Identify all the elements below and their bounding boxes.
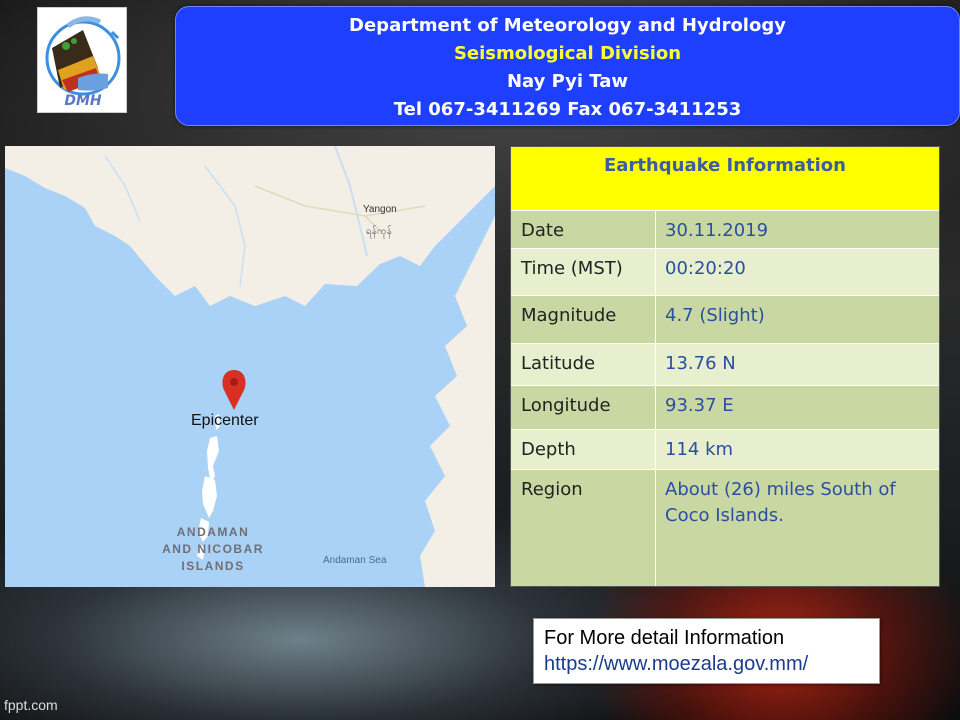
map-pin-icon — [222, 370, 246, 410]
map-label-epicenter: Epicenter — [191, 412, 259, 429]
footer-credit: fppt.com — [4, 697, 58, 713]
column-divider — [655, 249, 656, 295]
row-value-date: 30.11.2019 — [665, 220, 769, 241]
map-land-shapes — [5, 146, 495, 587]
more-info-label: For More detail Information — [544, 627, 785, 649]
map-label-andaman: ANDAMAN AND NICOBAR ISLANDS — [153, 524, 273, 575]
location-text: Nay Pyi Taw — [506, 71, 629, 92]
earthquake-info-table: Earthquake Information Date 30.11.2019 T… — [510, 146, 940, 587]
row-value-depth: 114 km — [665, 439, 734, 460]
map-label-andaman-line2: AND NICOBAR — [162, 542, 264, 556]
row-key-date: Date — [521, 220, 565, 241]
map-label-andaman-sea: Andaman Sea — [323, 555, 387, 566]
logo-text: DMH — [64, 93, 102, 109]
row-value-longitude: 93.37 E — [665, 395, 734, 416]
column-divider — [655, 430, 656, 469]
more-info-link[interactable]: https://www.moezala.gov.mm/ — [544, 651, 879, 677]
table-row: Latitude 13.76 N — [511, 343, 939, 385]
table-row: Region About (26) miles South of Coco Is… — [511, 469, 939, 586]
header-banner: Department of Meteorology and Hydrology … — [175, 6, 960, 126]
column-divider — [655, 386, 656, 429]
map-label-andaman-line3: ISLANDS — [181, 559, 245, 573]
table-row: Depth 114 km — [511, 429, 939, 469]
epicenter-map: Yangon ရန်ကုန် Epicenter ANDAMAN AND NIC… — [5, 146, 495, 587]
dmh-logo: DMH — [37, 7, 127, 113]
department-title: Department of Meteorology and Hydrology — [349, 15, 786, 36]
map-label-andaman-line1: ANDAMAN — [176, 525, 250, 539]
map-label-yangon-local: ရန်ကုန် — [366, 226, 392, 237]
row-value-latitude: 13.76 N — [665, 353, 736, 374]
column-divider — [655, 344, 656, 385]
row-key-magnitude: Magnitude — [521, 305, 617, 326]
row-key-time: Time (MST) — [521, 258, 623, 279]
table-row: Magnitude 4.7 (Slight) — [511, 295, 939, 343]
map-label-yangon: Yangon — [363, 204, 397, 215]
column-divider — [655, 296, 656, 343]
row-value-time: 00:20:20 — [665, 258, 746, 279]
row-key-depth: Depth — [521, 439, 576, 460]
row-key-longitude: Longitude — [521, 395, 611, 416]
table-header: Earthquake Information — [511, 147, 939, 210]
row-value-magnitude: 4.7 (Slight) — [665, 305, 765, 326]
column-divider — [655, 211, 656, 248]
column-divider — [655, 470, 656, 586]
row-key-region: Region — [521, 479, 583, 500]
division-title: Seismological Division — [453, 43, 682, 64]
table-row: Time (MST) 00:20:20 — [511, 248, 939, 295]
contact-text: Tel 067-3411269 Fax 067-3411253 — [393, 99, 742, 120]
row-key-latitude: Latitude — [521, 353, 596, 374]
row-value-region: About (26) miles South of Coco Islands. — [665, 479, 896, 526]
table-row: Date 30.11.2019 — [511, 210, 939, 248]
table-title: Earthquake Information — [604, 155, 846, 176]
table-row: Longitude 93.37 E — [511, 385, 939, 429]
more-info-box: For More detail Information https://www.… — [533, 618, 880, 684]
